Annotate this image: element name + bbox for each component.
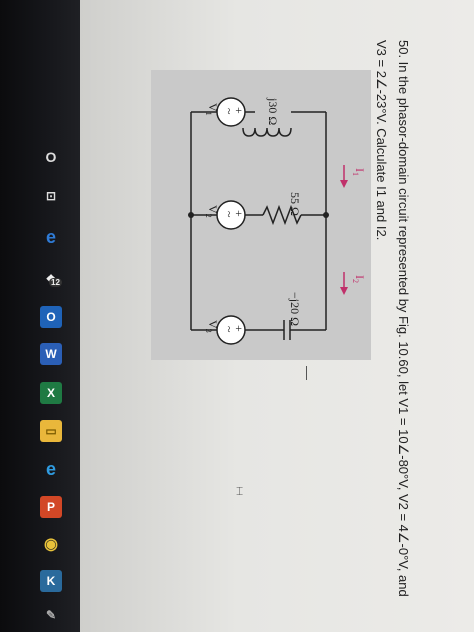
current1-sub: 1 bbox=[351, 172, 360, 176]
task-view-icon[interactable]: ⊡ bbox=[40, 185, 62, 207]
edge-icon[interactable]: e bbox=[40, 226, 62, 248]
internet-explorer-icon[interactable]: e bbox=[40, 458, 62, 480]
dropbox-icon[interactable]: ❖ 12 bbox=[40, 268, 62, 290]
text-cursor bbox=[306, 366, 307, 380]
capacitor-label: −j20 Ω bbox=[288, 292, 302, 326]
source1-sub: 1 bbox=[204, 112, 213, 116]
outlook-icon[interactable]: O bbox=[40, 306, 62, 328]
circuit-diagram: j30 Ω 55 Ω −j20 Ω I1 I2 V1 V2 V3 + ~ + ~… bbox=[188, 97, 367, 345]
ibeam-cursor-icon: ⌶ bbox=[236, 484, 244, 498]
inductor-label: j30 Ω bbox=[266, 97, 280, 125]
source1-tilde: ~ bbox=[222, 108, 236, 115]
svg-text:I1: I1 bbox=[351, 168, 367, 176]
circuit-figure: j30 Ω 55 Ω −j20 Ω I1 I2 V1 V2 V3 + ~ + ~… bbox=[151, 70, 371, 360]
excel-icon[interactable]: X bbox=[40, 382, 62, 404]
file-explorer-icon[interactable]: ▭ bbox=[40, 420, 62, 442]
app-icon[interactable]: K bbox=[40, 570, 62, 592]
source3-tilde: ~ bbox=[222, 326, 236, 333]
powerpoint-icon[interactable]: P bbox=[40, 496, 62, 518]
source2-tilde: ~ bbox=[222, 211, 236, 218]
pin-icon[interactable]: ✎ bbox=[40, 604, 62, 626]
taskbar: O ⊡ e ❖ 12 O W X ▭ e P ◉ K ✎ bbox=[0, 0, 80, 632]
source3-sub: 3 bbox=[204, 329, 213, 333]
source3-label: V bbox=[206, 320, 220, 329]
current2-sub: 2 bbox=[351, 279, 360, 283]
cortana-icon[interactable]: O bbox=[40, 146, 62, 168]
chrome-icon[interactable]: ◉ bbox=[40, 533, 62, 555]
dropbox-badge: 12 bbox=[49, 278, 62, 287]
source2-label: V bbox=[206, 205, 220, 214]
source2-sub: 2 bbox=[204, 214, 213, 218]
resistor-label: 55 Ω bbox=[288, 192, 302, 216]
source1-label: V bbox=[206, 103, 220, 112]
svg-text:I2: I2 bbox=[351, 275, 367, 283]
word-icon[interactable]: W bbox=[40, 343, 62, 365]
